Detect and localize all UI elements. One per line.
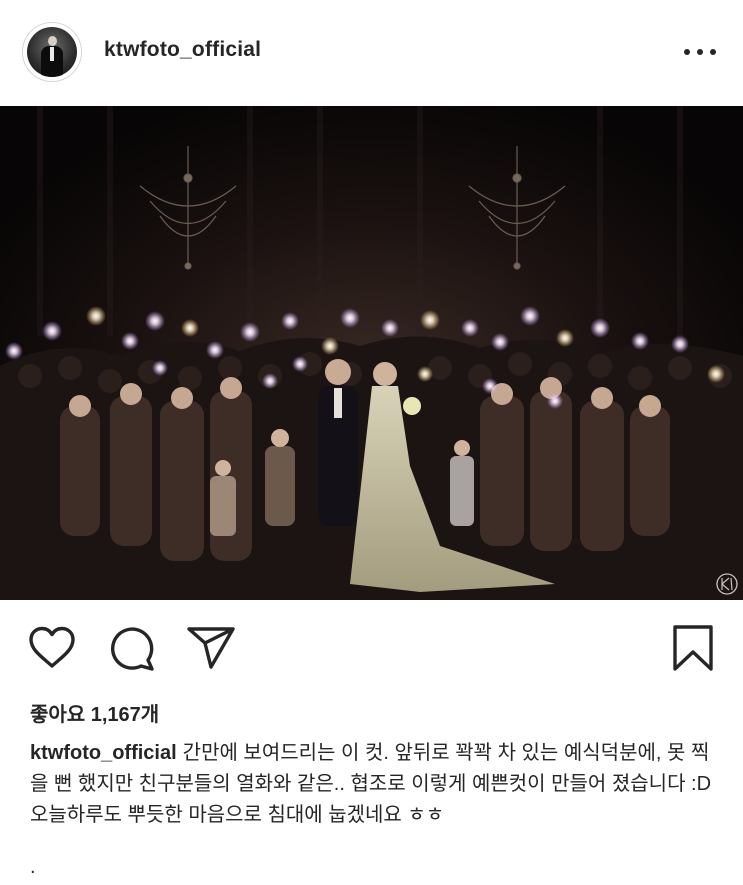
- likes-count[interactable]: 좋아요 1,167개: [30, 698, 159, 727]
- post-header: ktwfoto_official: [0, 0, 743, 104]
- avatar-photo: [27, 27, 77, 77]
- post-photo[interactable]: [0, 106, 743, 600]
- wedding-photo: [0, 106, 743, 600]
- caption-username[interactable]: ktwfoto_official: [30, 742, 177, 764]
- action-bar: [0, 600, 743, 690]
- comment-icon[interactable]: [108, 626, 156, 672]
- avatar[interactable]: [22, 22, 82, 82]
- more-options-icon[interactable]: [684, 42, 716, 62]
- send-icon[interactable]: [186, 626, 236, 670]
- bookmark-icon[interactable]: [672, 624, 714, 672]
- username-link[interactable]: ktwfoto_official: [104, 38, 261, 62]
- heart-icon[interactable]: [28, 626, 76, 670]
- caption-trailing: .: [30, 856, 36, 878]
- post-caption: ktwfoto_official 간만에 보여드리는 이 컷. 앞뒤로 꽉꽉 차 …: [30, 738, 720, 831]
